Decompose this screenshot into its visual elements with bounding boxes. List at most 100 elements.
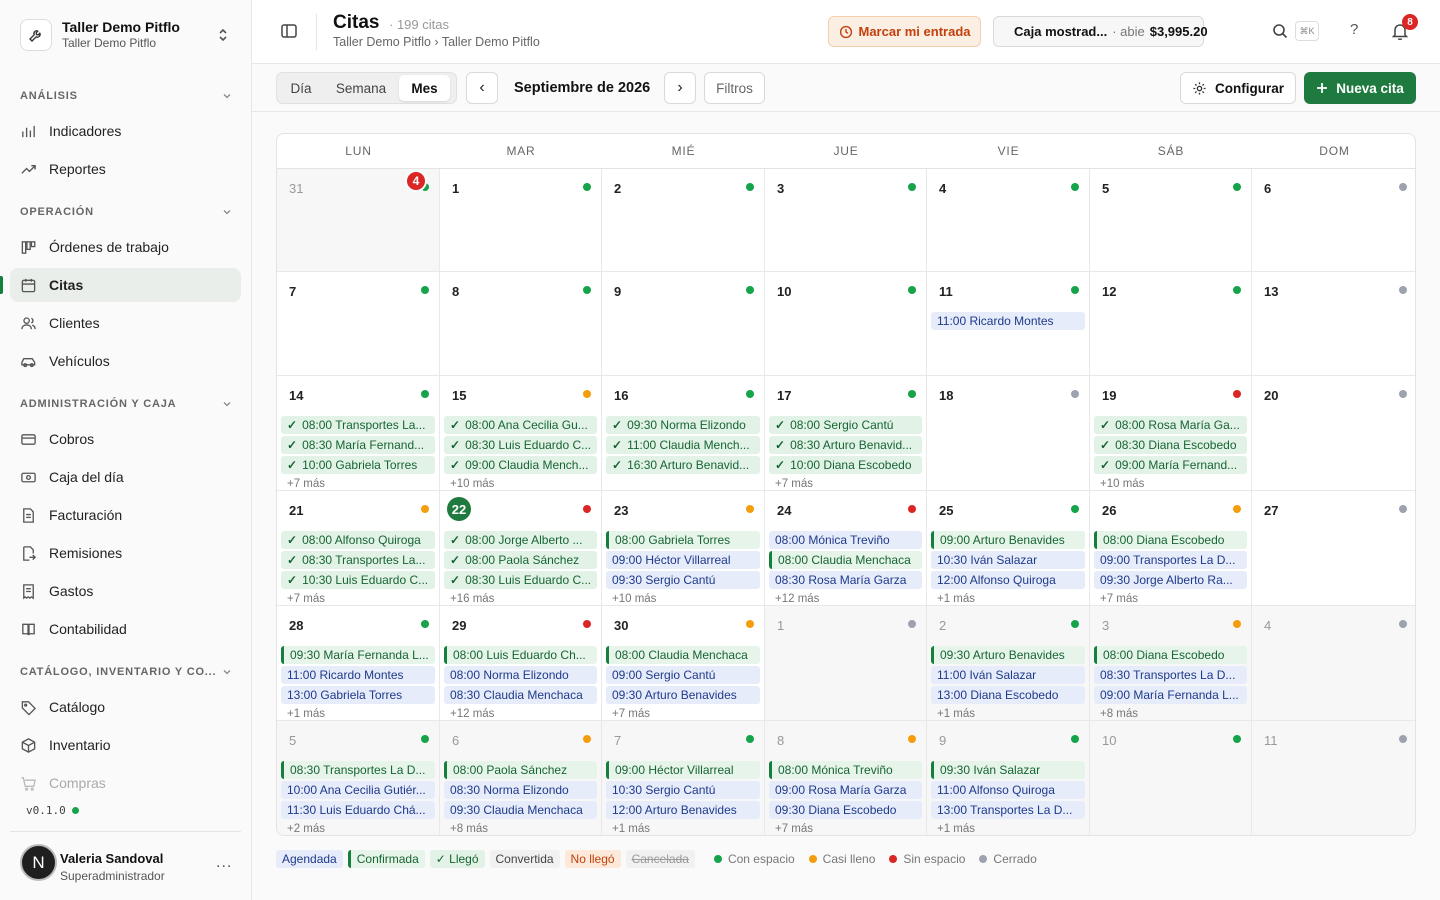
section-header-0[interactable]: ANÁLISIS [20,90,232,102]
filters-button[interactable]: Filtros [704,72,765,104]
appointment-chip[interactable]: 08:00 Mónica Treviño [769,761,922,779]
day-cell[interactable]: 25 09:00 Arturo Benavides 10:30 Iván Salaz… [927,491,1090,606]
appointment-chip[interactable]: 09:00 Sergio Cantú [606,666,760,684]
sidebar-item-caja-del-d-a[interactable]: Caja del día [10,460,241,494]
new-appointment-button[interactable]: Nueva cita [1304,72,1416,104]
day-cell[interactable]: 4 [1252,606,1415,721]
appointment-chip[interactable]: 09:00 Rosa María Garza [769,781,922,799]
appointment-chip[interactable]: 09:30 Sergio Cantú [606,571,760,589]
sidebar-item-contabilidad[interactable]: Contabilidad [10,612,241,646]
search-icon[interactable] [1272,23,1288,39]
day-cell[interactable]: 13 [1252,272,1415,376]
sidebar-item-citas[interactable]: Citas [10,268,241,302]
appointment-chip[interactable]: 09:30 Iván Salazar [931,761,1085,779]
more-icon[interactable]: ... [216,854,232,872]
day-cell[interactable]: 8 08:00 Mónica Treviño 09:00 Rosa María Ga… [765,721,927,835]
appointment-chip[interactable]: 11:00 Ricardo Montes [931,312,1085,330]
more-link[interactable]: +1 más [937,823,975,835]
appointment-chip[interactable]: 08:00 Sergio Cantú [769,416,922,434]
day-cell[interactable]: 22 08:00 Jorge Alberto ... 08:00 Paola Sán… [440,491,602,606]
appointment-chip[interactable]: 09:00 Arturo Benavides [931,531,1085,549]
sidebar-toggle-icon[interactable] [280,22,298,40]
day-cell[interactable]: 12 [1090,272,1252,376]
more-link[interactable]: +7 más [775,823,813,835]
more-link[interactable]: +8 más [450,823,488,835]
appointment-chip[interactable]: 10:30 Iván Salazar [931,551,1085,569]
chevron-down-icon[interactable] [222,399,232,409]
appointment-chip[interactable]: 08:00 Transportes La... [281,416,435,434]
appointment-chip[interactable]: 08:00 Jorge Alberto ... [444,531,597,549]
day-cell[interactable]: 28 09:30 María Fernanda L... 11:00 Ricardo… [277,606,440,721]
appointment-chip[interactable]: 11:00 Claudia Mench... [606,436,760,454]
view-tab-1[interactable]: Semana [323,75,399,101]
appointment-chip[interactable]: 09:00 María Fernanda L... [1094,686,1247,704]
appointment-chip[interactable]: 08:00 Gabriela Torres [606,531,760,549]
more-link[interactable]: +7 más [287,478,325,490]
appointment-chip[interactable]: 11:00 Alfonso Quiroga [931,781,1085,799]
day-cell[interactable]: 16 09:30 Norma Elizondo 11:00 Claudia Menc… [602,376,765,491]
appointment-chip[interactable]: 09:00 Claudia Mench... [444,456,597,474]
appointment-chip[interactable]: 08:00 Claudia Menchaca [606,646,760,664]
appointment-chip[interactable]: 13:00 Gabriela Torres [281,686,435,704]
appointment-chip[interactable]: 09:00 Transportes La D... [1094,551,1247,569]
appointment-chip[interactable]: 08:30 Luis Eduardo C... [444,436,597,454]
appointment-chip[interactable]: 11:30 Luis Eduardo Chá... [281,801,435,819]
appointment-chip[interactable]: 10:30 Sergio Cantú [606,781,760,799]
appointment-chip[interactable]: 08:30 Diana Escobedo [1094,436,1247,454]
more-link[interactable]: +7 más [1100,593,1138,605]
day-cell[interactable]: 9 09:30 Iván Salazar 11:00 Alfonso Quiroga… [927,721,1090,835]
appointment-chip[interactable]: 10:00 Gabriela Torres [281,456,435,474]
workspace-switcher[interactable]: Taller Demo Pitflo Taller Demo Pitflo [10,8,242,62]
day-cell[interactable]: 15 08:00 Ana Cecilia Gu... 08:30 Luis Edua… [440,376,602,491]
appointment-chip[interactable]: 10:30 Luis Eduardo C... [281,571,435,589]
day-cell[interactable]: 20 [1252,376,1415,491]
appointment-chip[interactable]: 10:00 Diana Escobedo [769,456,922,474]
appointment-chip[interactable]: 08:00 Diana Escobedo [1094,646,1247,664]
day-cell[interactable]: 8 [440,272,602,376]
appointment-chip[interactable]: 08:30 Transportes La D... [1094,666,1247,684]
appointment-chip[interactable]: 11:00 Iván Salazar [931,666,1085,684]
section-header-3[interactable]: CATÁLOGO, INVENTARIO Y CO... [20,666,232,678]
day-cell[interactable]: 10 [765,272,927,376]
sidebar-item-reportes[interactable]: Reportes [10,152,241,186]
day-cell[interactable]: 4 [927,169,1090,272]
more-link[interactable]: +12 más [450,708,494,720]
day-cell[interactable]: 26 08:00 Diana Escobedo 09:00 Transportes … [1090,491,1252,606]
more-link[interactable]: +1 más [287,708,325,720]
appointment-chip[interactable]: 08:30 Arturo Benavid... [769,436,922,454]
user-menu[interactable]: N Valeria Sandoval Superadministrador ..… [10,831,241,900]
day-cell[interactable]: 10 [1090,721,1252,835]
sidebar-item-clientes[interactable]: Clientes [10,306,241,340]
appointment-chip[interactable]: 09:00 Héctor Villarreal [606,551,760,569]
day-cell[interactable]: 3 [765,169,927,272]
more-link[interactable]: +10 más [450,478,494,490]
view-tab-2[interactable]: Mes [399,75,450,101]
day-cell[interactable]: 11 11:00 Ricardo Montes [927,272,1090,376]
appointment-chip[interactable]: 08:00 Ana Cecilia Gu... [444,416,597,434]
section-header-2[interactable]: ADMINISTRACIÓN Y CAJA [20,398,232,410]
more-link[interactable]: +12 más [775,593,819,605]
more-link[interactable]: +8 más [1100,708,1138,720]
day-cell[interactable]: 24 08:00 Mónica Treviño 08:00 Claudia Menc… [765,491,927,606]
next-month-button[interactable]: › [664,72,696,104]
more-link[interactable]: +7 más [287,593,325,605]
more-link[interactable]: +10 más [612,593,656,605]
day-cell[interactable]: 5 [1090,169,1252,272]
section-header-1[interactable]: OPERACIÓN [20,206,232,218]
more-link[interactable]: +7 más [775,478,813,490]
appointment-chip[interactable]: 09:30 Diana Escobedo [769,801,922,819]
appointment-chip[interactable]: 08:00 Rosa María Ga... [1094,416,1247,434]
more-link[interactable]: +1 más [612,823,650,835]
sidebar-item-indicadores[interactable]: Indicadores [10,114,241,148]
appointment-chip[interactable]: 09:30 Arturo Benavides [606,686,760,704]
day-cell[interactable]: 6 08:00 Paola Sánchez 08:30 Norma Elizondo… [440,721,602,835]
sidebar-item-gastos[interactable]: Gastos [10,574,241,608]
appointment-chip[interactable]: 08:30 Claudia Menchaca [444,686,597,704]
day-cell[interactable]: 2 09:30 Arturo Benavides 11:00 Iván Salaza… [927,606,1090,721]
sidebar-item-compras[interactable]: Compras [10,766,241,800]
appointment-chip[interactable]: 09:00 Héctor Villarreal [606,761,760,779]
appointment-chip[interactable]: 08:00 Claudia Menchaca [769,551,922,569]
day-cell[interactable]: 27 [1252,491,1415,606]
appointment-chip[interactable]: 10:00 Ana Cecilia Gutiér... [281,781,435,799]
sidebar-item--rdenes-de-trabajo[interactable]: Órdenes de trabajo [10,230,241,264]
